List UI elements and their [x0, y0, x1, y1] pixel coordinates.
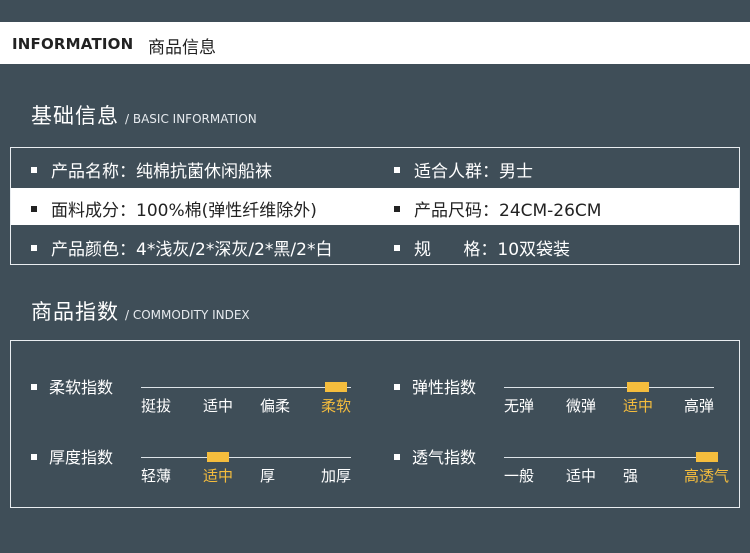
index-breathability: 透气指数一般 适中 强 高透气 — [394, 444, 750, 492]
index-label: 柔软指数 — [31, 374, 113, 398]
index-level-marker — [627, 382, 649, 392]
index-elasticity: 弹性指数无弹 微弹 适中 高弹 — [394, 374, 750, 422]
bullet-icon — [394, 245, 400, 251]
basic-info-heading: 基础信息 / BASIC INFORMATION — [31, 100, 257, 130]
index-label: 透气指数 — [394, 444, 476, 468]
basic-info-text: 产品名称：纯棉抗菌休闲船袜 — [51, 162, 272, 182]
index-label: 厚度指数 — [31, 444, 113, 468]
basic-info-text: 适合人群：男士 — [414, 162, 533, 182]
basic-info-cell: 规 格：10双袋装 — [394, 235, 570, 260]
index-scale-line — [504, 457, 714, 458]
header-band: INFORMATION 商品信息 — [0, 22, 750, 64]
index-label-text: 厚度指数 — [49, 448, 114, 467]
index-option: 挺拔 — [141, 397, 172, 415]
index-label-text: 透气指数 — [412, 448, 477, 467]
bullet-icon — [394, 167, 400, 173]
basic-info-cell: 产品尺码：24CM-26CM — [394, 196, 601, 221]
basic-info-cell: 产品颜色：4*浅灰/2*深灰/2*黑/2*白 — [31, 235, 332, 260]
index-option-selected: 适中 — [623, 397, 654, 415]
index-label: 弹性指数 — [394, 374, 476, 398]
index-option: 适中 — [203, 397, 234, 415]
commodity-index-box: 柔软指数 挺拔 适中 偏柔 柔软 弹性指数 无弹 微弹 适中 高弹 厚度指数 轻薄 适中厚加厚 透气… — [10, 340, 740, 508]
index-option-selected: 高透气 — [684, 467, 730, 485]
index-level-marker — [207, 452, 229, 462]
basic-info-row: 产品名称：纯棉抗菌休闲船袜 适合人群：男士 — [11, 149, 739, 186]
index-option: 厚 — [260, 467, 276, 485]
bullet-icon — [31, 206, 37, 212]
index-option: 偏柔 — [260, 397, 291, 415]
index-option: 轻薄 — [141, 467, 172, 485]
index-thickness: 厚度指数轻薄 适中 厚 加厚 — [31, 444, 391, 492]
header-title-zh: 商品信息 — [148, 38, 216, 58]
bullet-icon — [394, 383, 400, 390]
basic-info-title: 基础信息 — [31, 104, 119, 128]
bullet-icon — [31, 453, 37, 460]
basic-info-text: 产品颜色：4*浅灰/2*深灰/2*黑/2*白 — [51, 240, 333, 260]
basic-info-text: 规 格：10双袋装 — [414, 240, 571, 260]
basic-info-table: 产品名称：纯棉抗菌休闲船袜 适合人群：男士 面料成分：100%棉(弹性纤维除外)… — [10, 147, 740, 265]
index-scale-line — [141, 387, 351, 388]
header-title-en: INFORMATION — [12, 35, 134, 53]
index-option: 微弹 — [566, 397, 597, 415]
bullet-icon — [394, 206, 400, 212]
index-option: 高弹 — [684, 397, 715, 415]
index-level-marker — [695, 452, 718, 462]
index-label-text: 弹性指数 — [412, 378, 477, 397]
index-option: 无弹 — [504, 397, 535, 415]
commodity-index-heading: 商品指数 / COMMODITY INDEX — [31, 296, 250, 326]
basic-info-row: 面料成分：100%棉(弹性纤维除外) 产品尺码：24CM-26CM — [11, 188, 739, 225]
basic-info-row: 产品颜色：4*浅灰/2*深灰/2*黑/2*白 规 格：10双袋装 — [11, 227, 739, 264]
index-option: 一般 — [504, 467, 535, 485]
bullet-icon — [31, 167, 37, 173]
basic-info-text: 产品尺码：24CM-26CM — [414, 201, 602, 221]
commodity-index-title: 商品指数 — [31, 300, 119, 324]
commodity-index-subtitle: / COMMODITY INDEX — [125, 308, 250, 322]
index-label-text: 柔软指数 — [49, 378, 114, 397]
basic-info-cell: 产品名称：纯棉抗菌休闲船袜 — [31, 157, 272, 182]
index-option: 适中 — [566, 467, 597, 485]
index-option: 加厚 — [321, 467, 352, 485]
index-option-selected: 柔软 — [321, 397, 352, 415]
basic-info-cell: 适合人群：男士 — [394, 157, 533, 182]
index-scale-line — [504, 387, 714, 388]
bullet-icon — [31, 383, 37, 390]
basic-info-subtitle: / BASIC INFORMATION — [125, 112, 257, 126]
basic-info-text: 面料成分：100%棉(弹性纤维除外) — [51, 201, 317, 221]
index-option: 强 — [623, 467, 639, 485]
index-softness: 柔软指数挺拔 适中 偏柔 柔软 — [31, 374, 391, 422]
index-scale-line — [141, 457, 351, 458]
bullet-icon — [31, 245, 37, 251]
bullet-icon — [394, 453, 400, 460]
basic-info-cell: 面料成分：100%棉(弹性纤维除外) — [31, 196, 317, 221]
index-option-selected: 适中 — [203, 467, 234, 485]
index-level-marker — [325, 382, 347, 392]
